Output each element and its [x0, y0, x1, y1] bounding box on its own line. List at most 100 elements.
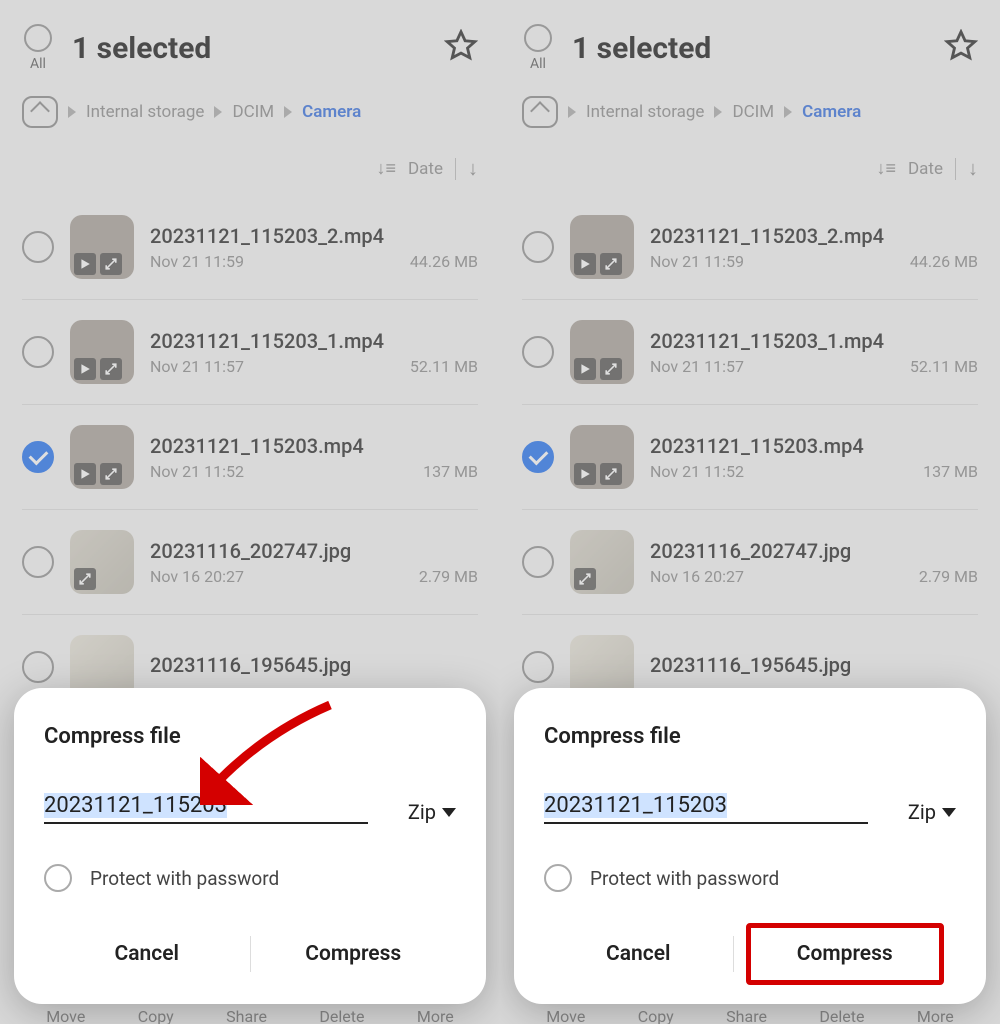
file-name: 20231116_202747.jpg — [650, 539, 978, 563]
play-icon — [574, 253, 596, 275]
cancel-button[interactable]: Cancel — [44, 928, 250, 980]
file-row[interactable]: 20231116_202747.jpg Nov 16 20:272.79 MB — [22, 510, 478, 615]
crumb-0[interactable]: Internal storage — [586, 102, 704, 122]
expand-icon — [100, 253, 122, 275]
video-thumbnail[interactable] — [570, 215, 634, 279]
protect-option[interactable]: Protect with password — [544, 864, 956, 892]
checkbox[interactable] — [22, 546, 54, 578]
expand-icon — [574, 568, 596, 590]
select-all-checkbox[interactable] — [24, 24, 52, 52]
favorite-icon[interactable] — [444, 29, 478, 67]
page-title: 1 selected — [72, 31, 426, 66]
photo-thumbnail[interactable] — [70, 530, 134, 594]
action-delete[interactable]: Delete — [819, 1007, 864, 1024]
file-row[interactable]: 20231121_115203.mp4 Nov 21 11:52137 MB — [522, 405, 978, 510]
action-delete[interactable]: Delete — [319, 1007, 364, 1024]
file-row[interactable]: 20231116_202747.jpg Nov 16 20:272.79 MB — [522, 510, 978, 615]
action-copy[interactable]: Copy — [138, 1007, 174, 1024]
checkbox[interactable] — [22, 651, 54, 683]
file-row[interactable]: 20231121_115203_2.mp4 Nov 21 11:5944.26 … — [22, 195, 478, 300]
radio-icon[interactable] — [44, 864, 72, 892]
file-date: Nov 21 11:57 — [150, 357, 244, 376]
video-thumbnail[interactable] — [70, 425, 134, 489]
play-icon — [74, 358, 96, 380]
checkbox[interactable] — [22, 336, 54, 368]
action-share[interactable]: Share — [726, 1007, 767, 1024]
compress-dialog: Compress file 20231121_115203 Zip Protec… — [514, 688, 986, 1004]
video-thumbnail[interactable] — [570, 425, 634, 489]
file-row[interactable]: 20231121_115203_2.mp4 Nov 21 11:5944.26 … — [522, 195, 978, 300]
expand-icon — [100, 463, 122, 485]
chevron-down-icon — [942, 808, 956, 817]
all-label: All — [530, 56, 546, 72]
checkbox-checked[interactable] — [522, 441, 554, 473]
crumb-2[interactable]: Camera — [802, 102, 861, 122]
home-icon[interactable] — [522, 96, 558, 128]
action-more[interactable]: More — [417, 1007, 454, 1024]
chevron-right-icon — [568, 106, 576, 118]
file-name: 20231121_115203_1.mp4 — [150, 329, 478, 353]
protect-option[interactable]: Protect with password — [44, 864, 456, 892]
action-move[interactable]: Move — [546, 1007, 585, 1024]
file-row[interactable]: 20231121_115203_1.mp4 Nov 21 11:5752.11 … — [522, 300, 978, 405]
file-list: 20231121_115203_2.mp4 Nov 21 11:5944.26 … — [522, 195, 978, 720]
format-select[interactable]: Zip — [408, 800, 456, 824]
format-select[interactable]: Zip — [908, 800, 956, 824]
divider — [955, 158, 956, 180]
cancel-button[interactable]: Cancel — [544, 928, 733, 980]
crumb-1[interactable]: DCIM — [232, 102, 274, 122]
home-icon[interactable] — [22, 96, 58, 128]
checkbox[interactable] — [522, 336, 554, 368]
filename-input[interactable]: 20231121_115203 — [544, 789, 868, 824]
checkbox[interactable] — [22, 231, 54, 263]
compress-button[interactable]: Compress — [251, 928, 457, 980]
file-date: Nov 21 11:59 — [150, 252, 244, 271]
divider — [733, 936, 734, 972]
chevron-down-icon — [442, 808, 456, 817]
chevron-right-icon — [284, 106, 292, 118]
action-share[interactable]: Share — [226, 1007, 267, 1024]
sort-icon[interactable]: ↓≡ — [377, 158, 397, 179]
crumb-2[interactable]: Camera — [302, 102, 361, 122]
compress-button[interactable]: Compress — [746, 923, 945, 985]
sort-label[interactable]: Date — [908, 159, 943, 179]
file-name: 20231121_115203_2.mp4 — [150, 224, 478, 248]
sort-direction-icon[interactable]: ↓ — [968, 156, 978, 181]
protect-label: Protect with password — [90, 867, 279, 890]
checkbox[interactable] — [522, 651, 554, 683]
video-thumbnail[interactable] — [70, 215, 134, 279]
chevron-right-icon — [784, 106, 792, 118]
action-more[interactable]: More — [917, 1007, 954, 1024]
radio-icon[interactable] — [544, 864, 572, 892]
chevron-right-icon — [714, 106, 722, 118]
breadcrumb: Internal storage DCIM Camera — [522, 96, 978, 128]
video-thumbnail[interactable] — [570, 320, 634, 384]
checkbox-checked[interactable] — [22, 441, 54, 473]
sort-direction-icon[interactable]: ↓ — [468, 156, 478, 181]
favorite-icon[interactable] — [944, 29, 978, 67]
select-all-checkbox[interactable] — [524, 24, 552, 52]
file-row[interactable]: 20231121_115203_1.mp4 Nov 21 11:5752.11 … — [22, 300, 478, 405]
filename-input[interactable]: 20231121_115203 — [44, 789, 368, 824]
file-size: 52.11 MB — [910, 357, 978, 376]
file-name: 20231116_195645.jpg — [650, 653, 978, 677]
checkbox[interactable] — [522, 231, 554, 263]
file-size: 137 MB — [923, 462, 978, 481]
crumb-1[interactable]: DCIM — [732, 102, 774, 122]
action-move[interactable]: Move — [46, 1007, 85, 1024]
format-label: Zip — [908, 800, 936, 824]
file-size: 44.26 MB — [910, 252, 978, 271]
crumb-0[interactable]: Internal storage — [86, 102, 204, 122]
file-date: Nov 21 11:52 — [150, 462, 244, 481]
action-copy[interactable]: Copy — [638, 1007, 674, 1024]
sort-icon[interactable]: ↓≡ — [877, 158, 897, 179]
file-row[interactable]: 20231121_115203.mp4 Nov 21 11:52137 MB — [22, 405, 478, 510]
sort-label[interactable]: Date — [408, 159, 443, 179]
play-icon — [74, 463, 96, 485]
video-thumbnail[interactable] — [70, 320, 134, 384]
dialog-title: Compress file — [544, 724, 956, 749]
compress-dialog: Compress file 20231121_115203 Zip Protec… — [14, 688, 486, 1004]
play-icon — [74, 253, 96, 275]
photo-thumbnail[interactable] — [570, 530, 634, 594]
checkbox[interactable] — [522, 546, 554, 578]
